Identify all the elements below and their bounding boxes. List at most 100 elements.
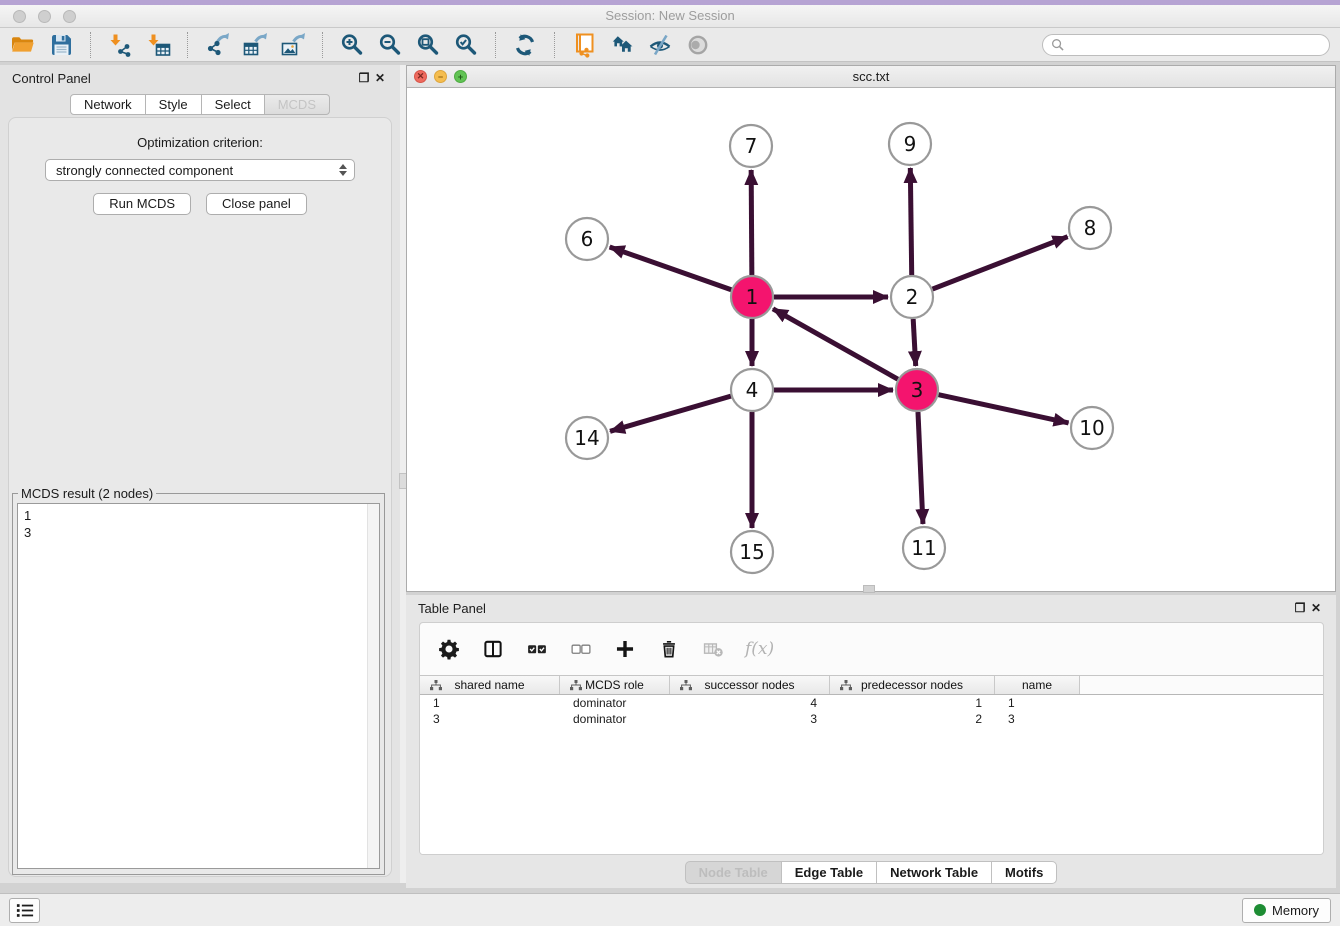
- graph-edge-3-1[interactable]: [773, 309, 898, 379]
- table-row[interactable]: 1dominator411: [420, 695, 1323, 711]
- export-network-icon[interactable]: [204, 32, 230, 58]
- graph-edge-1-7[interactable]: [751, 170, 752, 275]
- dropdown-stepper-icon: [336, 164, 350, 176]
- graph-node-2[interactable]: 2: [891, 276, 933, 318]
- graph-node-10[interactable]: 10: [1071, 407, 1113, 449]
- table-cell[interactable]: dominator: [560, 695, 670, 711]
- graph-node-8[interactable]: 8: [1069, 207, 1111, 249]
- graph-node-9[interactable]: 9: [889, 123, 931, 165]
- function-builder-icon[interactable]: f(x): [745, 639, 774, 659]
- zoom-out-icon[interactable]: [377, 32, 403, 58]
- node-table: shared nameMCDS rolesuccessor nodesprede…: [420, 675, 1323, 854]
- deselect-all-icon[interactable]: [569, 637, 593, 661]
- network-canvas[interactable]: 7 9 6 8 1 2 4 3 14 10 15 11: [407, 88, 1335, 591]
- select-all-checked-icon[interactable]: [525, 637, 549, 661]
- task-history-button[interactable]: [9, 898, 40, 923]
- table-panel-tabs: Node TableEdge TableNetwork TableMotifs: [406, 861, 1336, 884]
- import-network-icon[interactable]: [107, 32, 133, 58]
- mcds-result-list[interactable]: 13: [17, 503, 380, 869]
- close-panel-icon[interactable]: ✕: [372, 70, 388, 86]
- memory-button[interactable]: Memory: [1242, 898, 1331, 923]
- app-titlebar[interactable]: Session: New Session: [0, 5, 1340, 28]
- network-window-titlebar[interactable]: ✕ − + scc.txt: [407, 66, 1335, 88]
- table-cell[interactable]: 1: [830, 695, 995, 711]
- graph-node-label: 9: [904, 132, 917, 156]
- graph-node-14[interactable]: 14: [566, 417, 608, 459]
- duplicate-document-icon[interactable]: [571, 32, 597, 58]
- graph-edge-3-10[interactable]: [938, 395, 1068, 423]
- delete-column-icon[interactable]: [701, 637, 725, 661]
- graph-node-4[interactable]: 4: [731, 369, 773, 411]
- run-mcds-button[interactable]: Run MCDS: [93, 193, 191, 215]
- export-table-icon[interactable]: [242, 32, 268, 58]
- houses-icon[interactable]: [609, 32, 635, 58]
- import-table-icon[interactable]: [145, 32, 171, 58]
- float-table-panel-icon[interactable]: ❐: [1292, 600, 1308, 616]
- toolbar-separator: [495, 32, 496, 58]
- open-folder-icon[interactable]: [10, 32, 36, 58]
- graph-edge-4-14[interactable]: [610, 396, 731, 431]
- network-graph[interactable]: 7 9 6 8 1 2 4 3 14 10 15 11: [407, 88, 1335, 591]
- graph-node-1[interactable]: 1: [731, 276, 773, 318]
- network-resize-grip[interactable]: [863, 585, 875, 593]
- gear-icon[interactable]: [437, 637, 461, 661]
- trash-icon[interactable]: [657, 637, 681, 661]
- close-table-panel-icon[interactable]: ✕: [1308, 600, 1324, 616]
- table-cell[interactable]: 3: [670, 711, 830, 727]
- toolbar-separator: [90, 32, 91, 58]
- zoom-fit-icon[interactable]: [415, 32, 441, 58]
- table-cell[interactable]: dominator: [560, 711, 670, 727]
- column-header-mcds-role[interactable]: MCDS role: [560, 676, 670, 694]
- search-input[interactable]: [1069, 38, 1321, 52]
- graph-node-6[interactable]: 6: [566, 218, 608, 260]
- table-tab-edge-table[interactable]: Edge Table: [781, 861, 877, 884]
- table-cell[interactable]: 1: [420, 695, 560, 711]
- graph-node-label: 3: [911, 378, 924, 402]
- table-cell[interactable]: 1: [995, 695, 1080, 711]
- tab-select[interactable]: Select: [201, 94, 265, 115]
- tab-style[interactable]: Style: [145, 94, 202, 115]
- column-header-successor-nodes[interactable]: successor nodes: [670, 676, 830, 694]
- graph-node-label: 2: [906, 285, 919, 309]
- columns-icon[interactable]: [481, 637, 505, 661]
- graph-node-label: 4: [746, 378, 759, 402]
- float-panel-icon[interactable]: ❐: [356, 70, 372, 86]
- graph-node-15[interactable]: 15: [731, 531, 773, 573]
- table-cell[interactable]: 3: [995, 711, 1080, 727]
- table-cell[interactable]: 4: [670, 695, 830, 711]
- zoom-selected-icon[interactable]: [453, 32, 479, 58]
- export-image-icon[interactable]: [280, 32, 306, 58]
- column-header-predecessor-nodes[interactable]: predecessor nodes: [830, 676, 995, 694]
- result-scrollbar[interactable]: [367, 504, 379, 868]
- table-tab-motifs[interactable]: Motifs: [991, 861, 1057, 884]
- graph-edge-1-6[interactable]: [610, 247, 732, 290]
- save-icon[interactable]: [48, 32, 74, 58]
- criterion-dropdown[interactable]: strongly connected component: [45, 159, 355, 181]
- eye-slash-icon[interactable]: [647, 32, 673, 58]
- table-cell[interactable]: 2: [830, 711, 995, 727]
- table-tab-network-table[interactable]: Network Table: [876, 861, 992, 884]
- graph-edge-2-3[interactable]: [913, 319, 916, 366]
- result-line: 3: [18, 524, 379, 541]
- graph-edge-2-9[interactable]: [910, 168, 911, 275]
- graph-edge-2-8[interactable]: [933, 237, 1068, 289]
- graph-node-3[interactable]: 3: [896, 369, 938, 411]
- zoom-in-icon[interactable]: [339, 32, 365, 58]
- graph-node-11[interactable]: 11: [903, 527, 945, 569]
- column-header-name[interactable]: name: [995, 676, 1080, 694]
- tab-network[interactable]: Network: [70, 94, 146, 115]
- memory-status-icon: [1254, 904, 1266, 916]
- table-toolbar: f(x): [420, 623, 1323, 674]
- eye-icon[interactable]: [685, 32, 711, 58]
- table-tab-node-table[interactable]: Node Table: [685, 861, 782, 884]
- column-header-shared-name[interactable]: shared name: [420, 676, 560, 694]
- table-row[interactable]: 3dominator323: [420, 711, 1323, 727]
- graph-node-7[interactable]: 7: [730, 125, 772, 167]
- add-column-icon[interactable]: [613, 637, 637, 661]
- table-cell[interactable]: 3: [420, 711, 560, 727]
- search-field[interactable]: [1042, 34, 1330, 56]
- graph-edge-3-11[interactable]: [918, 412, 923, 524]
- close-panel-button[interactable]: Close panel: [206, 193, 307, 215]
- refresh-icon[interactable]: [512, 32, 538, 58]
- tab-mcds[interactable]: MCDS: [264, 94, 330, 115]
